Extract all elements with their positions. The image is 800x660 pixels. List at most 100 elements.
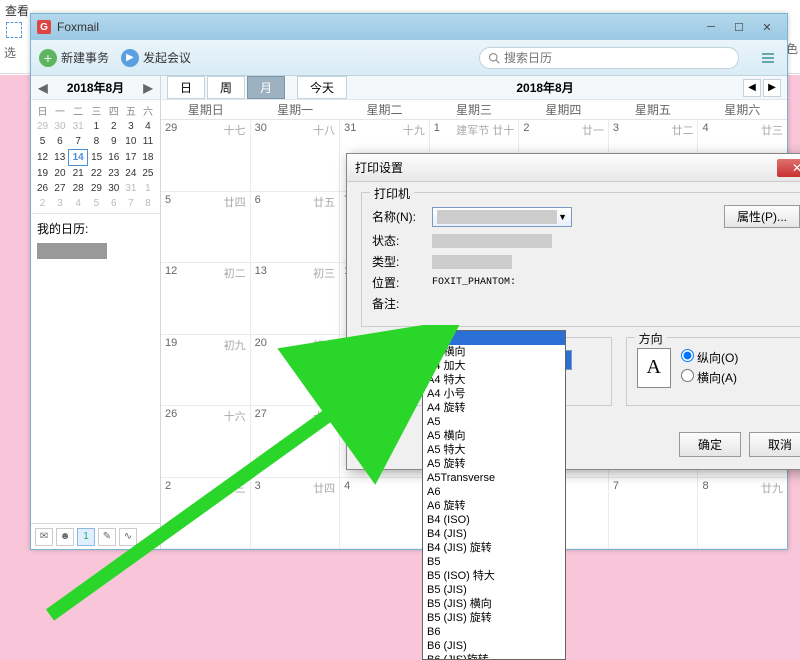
ribbon-tab[interactable]: 查看: [5, 2, 29, 19]
day-cell[interactable]: 6廿五: [251, 192, 341, 263]
mini-day[interactable]: 14: [69, 150, 88, 166]
day-cell[interactable]: 19初九: [161, 335, 251, 406]
day-cell[interactable]: 27十七: [251, 406, 341, 477]
minimize-button[interactable]: ─: [697, 18, 725, 36]
mini-day[interactable]: 10: [122, 134, 139, 150]
day-cell[interactable]: 3廿四: [251, 478, 341, 549]
rss-tab-icon[interactable]: ∿: [119, 528, 137, 546]
mini-day[interactable]: 7: [122, 196, 139, 211]
mini-day[interactable]: 2: [105, 119, 122, 134]
size-option[interactable]: B4 (JIS): [423, 527, 565, 541]
size-option[interactable]: A4: [423, 331, 565, 345]
day-cell[interactable]: 5廿四: [161, 192, 251, 263]
size-option[interactable]: A5 旋转: [423, 457, 565, 471]
size-option[interactable]: B6 (JIS): [423, 639, 565, 653]
main-next-button[interactable]: ▶: [763, 79, 781, 97]
mini-day[interactable]: 30: [51, 119, 69, 134]
size-option[interactable]: B4 (ISO): [423, 513, 565, 527]
mini-day[interactable]: 6: [105, 196, 122, 211]
size-option[interactable]: B5 (JIS) 旋转: [423, 611, 565, 625]
size-option[interactable]: A4 加大: [423, 359, 565, 373]
prev-month-button[interactable]: ◀: [35, 81, 51, 95]
mini-day[interactable]: 9: [105, 134, 122, 150]
size-option[interactable]: A5 特大: [423, 443, 565, 457]
cancel-button[interactable]: 取消: [749, 432, 800, 457]
mini-day[interactable]: 31: [69, 119, 88, 134]
printer-properties-button[interactable]: 属性(P)...: [724, 205, 800, 228]
size-option[interactable]: B5 (JIS) 横向: [423, 597, 565, 611]
new-task-button[interactable]: + 新建事务: [39, 49, 109, 67]
day-cell[interactable]: 29十七: [161, 120, 251, 191]
size-option[interactable]: B5 (ISO) 特大: [423, 569, 565, 583]
mini-day[interactable]: 31: [122, 181, 139, 196]
dialog-close-button[interactable]: ✕: [777, 159, 800, 177]
size-option[interactable]: B5 (JIS): [423, 583, 565, 597]
mini-day[interactable]: 23: [105, 166, 122, 182]
mini-day[interactable]: 12: [34, 150, 51, 166]
mini-day[interactable]: 15: [87, 150, 105, 166]
close-button[interactable]: ✕: [753, 18, 781, 36]
mini-day[interactable]: 29: [87, 181, 105, 196]
mail-tab-icon[interactable]: ✉: [35, 528, 53, 546]
mini-day[interactable]: 3: [122, 119, 139, 134]
mini-day[interactable]: 8: [139, 196, 156, 211]
mini-day[interactable]: 2: [34, 196, 51, 211]
landscape-radio[interactable]: 横向(A): [681, 369, 739, 386]
mini-day[interactable]: 11: [139, 134, 156, 150]
calendar-tab-icon[interactable]: 1: [77, 528, 95, 546]
mini-day[interactable]: 4: [69, 196, 88, 211]
mini-day[interactable]: 5: [87, 196, 105, 211]
mini-day[interactable]: 20: [51, 166, 69, 182]
mini-day[interactable]: 22: [87, 166, 105, 182]
size-option[interactable]: B6 (JIS)旋转: [423, 653, 565, 660]
select-icon[interactable]: [6, 22, 22, 38]
size-option[interactable]: A6: [423, 485, 565, 499]
titlebar[interactable]: G Foxmail ─ ☐ ✕: [31, 14, 787, 40]
next-month-button[interactable]: ▶: [140, 81, 156, 95]
day-cell[interactable]: 20初十: [251, 335, 341, 406]
mini-day[interactable]: 7: [69, 134, 88, 150]
main-prev-button[interactable]: ◀: [743, 79, 761, 97]
mini-day[interactable]: 28: [69, 181, 88, 196]
mini-day[interactable]: 1: [139, 181, 156, 196]
day-cell[interactable]: 26十六: [161, 406, 251, 477]
mini-day[interactable]: 21: [69, 166, 88, 182]
search-box[interactable]: [479, 47, 739, 69]
menu-button[interactable]: [757, 47, 779, 69]
day-cell[interactable]: 2廿三: [161, 478, 251, 549]
size-option[interactable]: A4 横向: [423, 345, 565, 359]
size-option[interactable]: B5: [423, 555, 565, 569]
ok-button[interactable]: 确定: [679, 432, 741, 457]
start-meeting-button[interactable]: ▶ 发起会议: [121, 49, 191, 67]
calendar-item[interactable]: [37, 243, 107, 259]
view-day-button[interactable]: 日: [167, 76, 205, 99]
view-month-button[interactable]: 月: [247, 76, 285, 99]
today-button[interactable]: 今天: [297, 76, 347, 99]
size-option[interactable]: A5Transverse: [423, 471, 565, 485]
mini-day[interactable]: 3: [51, 196, 69, 211]
day-cell[interactable]: 4: [340, 478, 430, 549]
mini-calendar[interactable]: 日一二三四五六293031123456789101112131415161718…: [31, 100, 160, 213]
mini-day[interactable]: 16: [105, 150, 122, 166]
size-option[interactable]: A4 旋转: [423, 401, 565, 415]
mini-day[interactable]: 5: [34, 134, 51, 150]
mini-day[interactable]: 24: [122, 166, 139, 182]
size-option[interactable]: A6 旋转: [423, 499, 565, 513]
size-option[interactable]: A5 横向: [423, 429, 565, 443]
day-cell[interactable]: 8廿九: [698, 478, 787, 549]
day-cell[interactable]: 30十八: [251, 120, 341, 191]
day-cell[interactable]: 7: [609, 478, 699, 549]
dialog-titlebar[interactable]: 打印设置 ✕: [347, 154, 800, 182]
view-week-button[interactable]: 周: [207, 76, 245, 99]
size-option[interactable]: A5: [423, 415, 565, 429]
mini-day[interactable]: 8: [87, 134, 105, 150]
portrait-radio[interactable]: 纵向(O): [681, 349, 739, 366]
mini-day[interactable]: 30: [105, 181, 122, 196]
printer-name-combo[interactable]: ▼: [432, 207, 572, 227]
day-cell[interactable]: 12初二: [161, 263, 251, 334]
mini-day[interactable]: 18: [139, 150, 156, 166]
paper-size-dropdown[interactable]: A4A4 横向A4 加大A4 特大A4 小号A4 旋转A5A5 横向A5 特大A…: [422, 330, 566, 660]
mini-day[interactable]: 4: [139, 119, 156, 134]
mini-day[interactable]: 27: [51, 181, 69, 196]
mini-day[interactable]: 1: [87, 119, 105, 134]
